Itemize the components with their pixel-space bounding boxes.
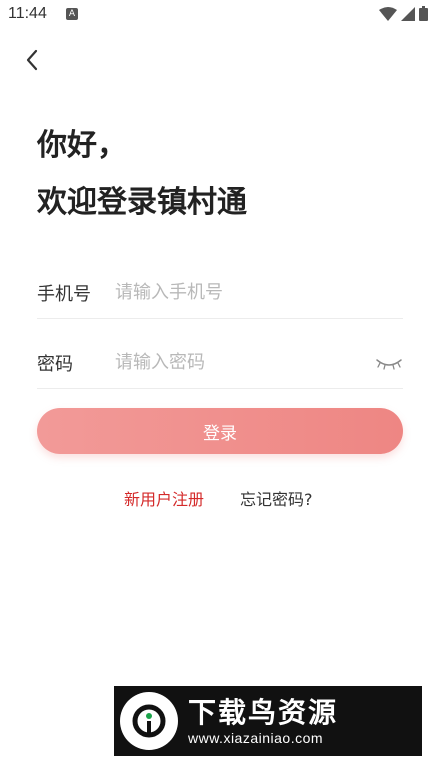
phone-row: 手机号 bbox=[37, 267, 403, 319]
watermark-text: 下载鸟资源 www.xiazainiao.com bbox=[188, 696, 338, 746]
status-bar: 11:44 A bbox=[0, 0, 440, 30]
battery-icon bbox=[419, 6, 428, 21]
password-input[interactable] bbox=[115, 352, 373, 373]
login-button[interactable]: 登录 bbox=[37, 408, 403, 454]
password-row: 密码 bbox=[37, 337, 403, 389]
password-visibility-toggle[interactable] bbox=[373, 353, 403, 373]
bird-logo-icon bbox=[120, 692, 178, 750]
chevron-left-icon bbox=[26, 49, 38, 71]
status-icons bbox=[379, 6, 428, 21]
signal-icon bbox=[401, 6, 415, 21]
forgot-password-link[interactable]: 忘记密码? bbox=[240, 486, 313, 510]
watermark-title: 下载鸟资源 bbox=[188, 696, 339, 729]
status-time: 11:44 bbox=[8, 5, 47, 22]
phone-label: 手机号 bbox=[37, 283, 91, 305]
back-button[interactable] bbox=[18, 46, 46, 74]
a-icon: A bbox=[66, 8, 78, 20]
register-link[interactable]: 新用户注册 bbox=[124, 486, 204, 510]
password-label: 密码 bbox=[37, 353, 73, 375]
watermark-banner: 下载鸟资源 www.xiazainiao.com bbox=[114, 686, 422, 756]
welcome-title: 欢迎登录镇村通 bbox=[37, 185, 247, 220]
phone-input[interactable] bbox=[115, 282, 403, 303]
watermark-url: www.xiazainiao.com bbox=[188, 730, 324, 746]
greeting-title: 你好， bbox=[37, 128, 127, 163]
eye-closed-icon bbox=[376, 358, 402, 370]
wifi-icon bbox=[379, 6, 397, 21]
